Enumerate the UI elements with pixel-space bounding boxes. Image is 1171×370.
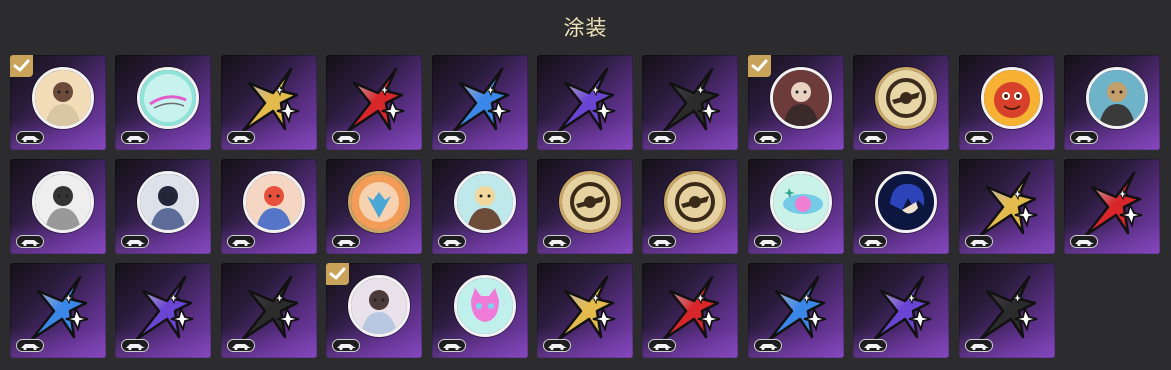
skin-tile[interactable] [642,159,739,254]
skin-selection-panel: 涂装 [0,0,1171,370]
skin-tile[interactable] [853,263,950,358]
skin-tile[interactable] [1063,159,1160,254]
skin-tile[interactable] [115,159,212,254]
gold-fist-emblem-icon [558,171,621,233]
skin-tile[interactable] [958,55,1055,150]
vehicle-badge-icon [542,339,571,352]
vehicle-badge-icon [437,339,466,352]
vehicle-badge-icon [226,131,255,144]
vehicle-badge-icon [753,339,782,352]
chibi-suit-icon [137,171,200,233]
vehicle-badge-icon [753,131,782,144]
vehicle-badge-icon [437,235,466,248]
portrait-group-icon [769,67,832,129]
vehicle-badge-icon [753,235,782,248]
skin-tile[interactable] [220,55,317,150]
portrait-woman-icon [32,67,94,129]
teal-orb-icon [137,67,200,129]
vehicle-badge-icon [542,235,571,248]
chibi-group-icon [242,171,305,233]
vehicle-badge-icon [648,235,677,248]
vehicle-badge-icon [226,235,255,248]
vehicle-badge-icon [121,339,150,352]
portrait-duo-icon [348,275,411,337]
skin-tile[interactable] [431,263,528,358]
skin-tile[interactable] [1063,55,1160,150]
skin-tile[interactable] [115,55,212,150]
panel-title: 涂装 [563,16,608,40]
skin-tile[interactable] [431,55,528,150]
vehicle-badge-icon [121,131,150,144]
skin-grid [10,55,1170,358]
skin-tile[interactable] [326,263,423,358]
skin-tile[interactable] [642,55,739,150]
vehicle-badge-icon [964,235,993,248]
skin-tile[interactable] [536,263,633,358]
vehicle-badge-icon [16,131,44,144]
vehicle-badge-icon [964,131,993,144]
vehicle-badge-icon [437,131,466,144]
skin-tile[interactable] [747,55,844,150]
vehicle-badge-icon [226,339,255,352]
vehicle-badge-icon [648,131,677,144]
vehicle-badge-icon [1069,131,1098,144]
pastel-planet-icon [769,171,832,233]
blonde-chibi-icon [453,171,516,233]
skin-tile[interactable] [326,159,423,254]
vehicle-badge-icon [964,339,993,352]
pink-cat-icon [453,275,516,337]
skin-tile[interactable] [326,55,423,150]
vehicle-badge-icon [542,131,571,144]
vehicle-badge-icon [859,131,888,144]
selected-check-icon [326,263,350,285]
gold-ring-emblem-icon [875,67,938,129]
gold-wings-emblem-icon [664,171,727,233]
vehicle-badge-icon [859,235,888,248]
skin-tile[interactable] [115,263,212,358]
skin-tile[interactable] [536,159,633,254]
vehicle-badge-icon [16,339,44,352]
selected-check-icon [747,55,771,77]
red-creature-icon [980,67,1043,129]
skin-tile[interactable] [10,159,106,254]
vehicle-badge-icon [859,339,888,352]
skin-tile[interactable] [853,55,950,150]
vehicle-badge-icon [16,235,44,248]
skin-tile[interactable] [536,55,633,150]
orange-crest-icon [348,171,411,233]
selected-check-icon [10,55,33,77]
skin-tile[interactable] [431,159,528,254]
vehicle-badge-icon [1069,235,1098,248]
skin-tile[interactable] [10,55,106,150]
skin-tile[interactable] [220,159,317,254]
portrait-desert-icon [1085,67,1148,129]
skin-tile[interactable] [642,263,739,358]
vehicle-badge-icon [121,235,150,248]
vehicle-badge-icon [332,131,361,144]
skin-tile[interactable] [10,263,106,358]
skin-tile[interactable] [853,159,950,254]
blue-hair-icon [875,171,938,233]
skin-tile[interactable] [747,263,844,358]
vehicle-badge-icon [648,339,677,352]
skin-tile[interactable] [958,263,1055,358]
vehicle-badge-icon [332,235,361,248]
skin-tile[interactable] [958,159,1055,254]
masked-chibi-icon [32,171,94,233]
skin-tile[interactable] [747,159,844,254]
vehicle-badge-icon [332,339,361,352]
skin-tile[interactable] [220,263,317,358]
